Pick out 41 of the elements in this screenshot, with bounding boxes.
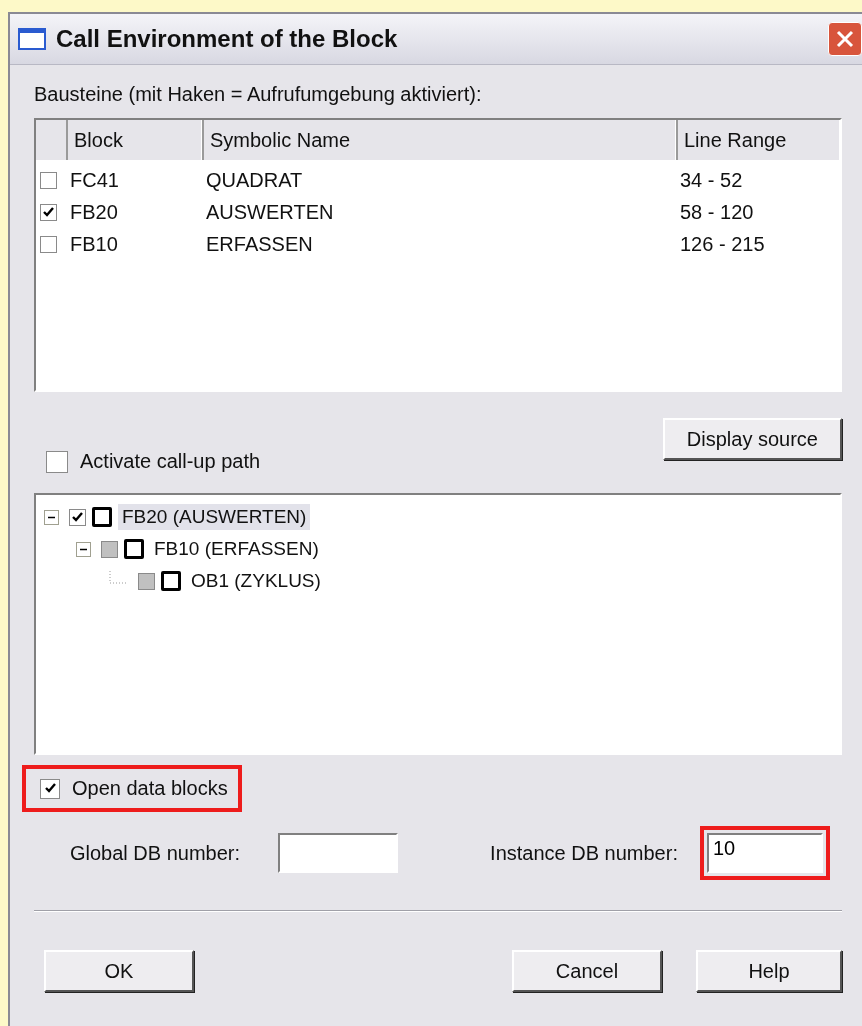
field-label: Instance DB number:: [490, 841, 678, 865]
checkmark-icon: [71, 510, 84, 524]
table-cell-text: 58 - 120: [679, 200, 755, 224]
checkbox[interactable]: [46, 450, 68, 473]
checkbox[interactable]: [69, 508, 86, 526]
table-cell-text: AUSWERTEN: [205, 200, 335, 224]
help-button[interactable]: Help: [696, 950, 842, 992]
checkbox[interactable]: [40, 203, 57, 221]
input-field[interactable]: 10: [706, 833, 823, 873]
cancel-button[interactable]: Cancel: [512, 950, 662, 992]
checkmark-icon: [42, 205, 55, 219]
table-cell-text: FB10: [69, 232, 119, 256]
checkbox[interactable]: [40, 778, 60, 799]
tree-item[interactable]: FB20 (AUSWERTEN): [118, 504, 311, 530]
close-icon: [835, 29, 855, 49]
block-icon: [124, 539, 144, 559]
checkbox[interactable]: [40, 171, 57, 189]
close-button[interactable]: [828, 22, 862, 56]
table-cell-text: QUADRAT: [205, 168, 304, 192]
blocks-label: Bausteine (mit Haken = Aufrufumgebung aktiviert):: [34, 83, 483, 106]
block-icon: [161, 571, 181, 591]
checkbox-label: Activate call-up path: [80, 450, 261, 473]
column-header[interactable]: Block: [66, 120, 202, 160]
column-header[interactable]: Symbolic Name: [202, 120, 676, 160]
collapse-toggle[interactable]: [44, 509, 59, 525]
block-icon: [92, 507, 112, 527]
input-field[interactable]: [278, 833, 399, 873]
ok-button[interactable]: OK: [44, 950, 194, 992]
window-title: Call Environment of the Block: [56, 25, 399, 53]
table-cell-text: FC41: [69, 168, 120, 192]
table-cell-text: ERFASSEN: [205, 232, 314, 256]
table-cell-text: 34 - 52: [679, 168, 744, 192]
table-cell-text: FB20: [69, 200, 119, 224]
window-icon: [18, 28, 46, 50]
display-source-button[interactable]: Display source: [662, 418, 842, 460]
checkbox-label: Open data blocks: [72, 777, 228, 800]
column-header[interactable]: Line Range: [676, 120, 840, 160]
checkbox[interactable]: [40, 235, 57, 253]
checkmark-icon: [43, 782, 57, 795]
table-cell-text: 126 - 215: [679, 232, 766, 256]
field-label: Global DB number:: [70, 841, 241, 865]
